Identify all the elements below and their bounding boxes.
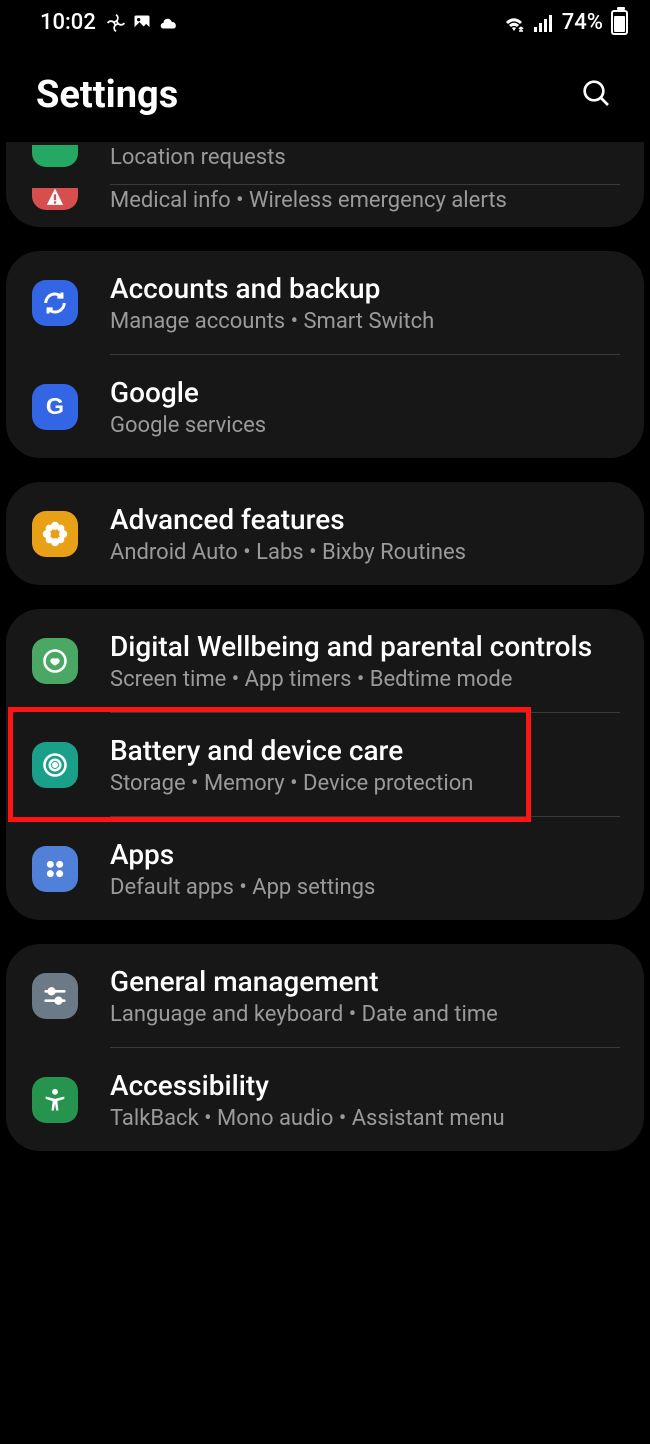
search-icon bbox=[580, 77, 612, 109]
signal-icon bbox=[534, 14, 554, 32]
location-icon bbox=[32, 145, 78, 167]
row-subtitle: Google services bbox=[110, 413, 620, 438]
gear-flower-icon bbox=[32, 511, 78, 557]
settings-row-location-requests[interactable]: Location requests bbox=[6, 142, 644, 184]
settings-group: Digital Wellbeing and parental controls S… bbox=[6, 609, 644, 920]
row-text: Advanced features Android Auto • Labs • B… bbox=[110, 502, 620, 565]
row-subtitle: Storage • Memory • Device protection bbox=[110, 771, 620, 796]
row-subtitle: Android Auto • Labs • Bixby Routines bbox=[110, 540, 620, 565]
row-text: Accessibility TalkBack • Mono audio • Ass… bbox=[110, 1068, 620, 1131]
status-notification-icons bbox=[106, 13, 180, 33]
wifi-icon bbox=[502, 13, 526, 33]
row-title: Google bbox=[110, 375, 620, 410]
row-title: Accounts and backup bbox=[110, 271, 620, 306]
row-subtitle: Location requests bbox=[110, 145, 620, 170]
settings-row-accessibility[interactable]: Accessibility TalkBack • Mono audio • Ass… bbox=[6, 1048, 644, 1151]
battery-percent: 74% bbox=[562, 10, 603, 35]
wellbeing-icon bbox=[32, 638, 78, 684]
google-icon: G bbox=[32, 384, 78, 430]
status-bar: 10:02 74% bbox=[0, 0, 650, 41]
page-title: Settings bbox=[36, 73, 178, 117]
settings-row-advanced-features[interactable]: Advanced features Android Auto • Labs • B… bbox=[6, 482, 644, 585]
status-left: 10:02 bbox=[40, 10, 180, 35]
battery-icon bbox=[611, 10, 628, 35]
settings-group: General management Language and keyboard … bbox=[6, 944, 644, 1151]
row-title: Accessibility bbox=[110, 1068, 620, 1103]
status-time: 10:02 bbox=[40, 10, 96, 35]
status-right: 74% bbox=[502, 10, 628, 35]
cloud-icon bbox=[158, 13, 180, 33]
pinwheel-icon bbox=[106, 13, 126, 33]
settings-row-battery-and-device-care[interactable]: Battery and device care Storage • Memory … bbox=[6, 713, 644, 816]
row-subtitle: Default apps • App settings bbox=[110, 875, 620, 900]
settings-row-safety-and-emergency[interactable]: Safety and emergencyMedical info • Wirel… bbox=[6, 185, 644, 227]
device-care-icon bbox=[32, 742, 78, 788]
row-title: Apps bbox=[110, 837, 620, 872]
row-text: Safety and emergencyMedical info • Wirel… bbox=[110, 185, 620, 213]
svg-text:G: G bbox=[46, 393, 64, 419]
settings-row-google[interactable]: G Google Google services bbox=[6, 355, 644, 458]
settings-group: Location requests Safety and emergencyMed… bbox=[6, 142, 644, 227]
settings-row-general-management[interactable]: General management Language and keyboard … bbox=[6, 944, 644, 1047]
settings-row-digital-wellbeing-and-parental-controls[interactable]: Digital Wellbeing and parental controls S… bbox=[6, 609, 644, 712]
row-subtitle: Screen time • App timers • Bedtime mode bbox=[110, 667, 620, 692]
image-icon bbox=[132, 13, 152, 33]
row-title: Advanced features bbox=[110, 502, 620, 537]
row-title: Digital Wellbeing and parental controls bbox=[110, 629, 620, 664]
row-text: Digital Wellbeing and parental controls S… bbox=[110, 629, 620, 692]
row-subtitle: Medical info • Wireless emergency alerts bbox=[110, 188, 620, 213]
row-text: Apps Default apps • App settings bbox=[110, 837, 620, 900]
row-text: Battery and device care Storage • Memory … bbox=[110, 733, 620, 796]
row-subtitle: Manage accounts • Smart Switch bbox=[110, 309, 620, 334]
settings-group: Accounts and backup Manage accounts • Sma… bbox=[6, 251, 644, 458]
row-title: Battery and device care bbox=[110, 733, 620, 768]
settings-row-accounts-and-backup[interactable]: Accounts and backup Manage accounts • Sma… bbox=[6, 251, 644, 354]
emergency-icon bbox=[32, 188, 78, 210]
settings-group: Advanced features Android Auto • Labs • B… bbox=[6, 482, 644, 585]
settings-list: Location requests Safety and emergencyMed… bbox=[0, 142, 650, 1151]
row-subtitle: TalkBack • Mono audio • Assistant menu bbox=[110, 1106, 620, 1131]
row-text: Accounts and backup Manage accounts • Sma… bbox=[110, 271, 620, 334]
search-button[interactable] bbox=[574, 71, 618, 118]
apps-icon bbox=[32, 846, 78, 892]
row-text: Google Google services bbox=[110, 375, 620, 438]
sliders-icon bbox=[32, 973, 78, 1019]
row-title: General management bbox=[110, 964, 620, 999]
settings-row-apps[interactable]: Apps Default apps • App settings bbox=[6, 817, 644, 920]
sync-icon bbox=[32, 280, 78, 326]
header: Settings bbox=[0, 41, 650, 142]
accessibility-icon bbox=[32, 1077, 78, 1123]
row-subtitle: Language and keyboard • Date and time bbox=[110, 1002, 620, 1027]
row-text: Location requests bbox=[110, 142, 620, 170]
row-text: General management Language and keyboard … bbox=[110, 964, 620, 1027]
